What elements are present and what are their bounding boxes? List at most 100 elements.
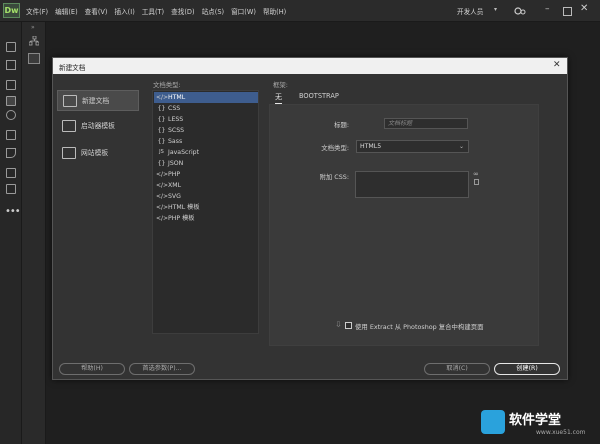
code-tag-icon: </> [156, 171, 169, 178]
category-site-templates[interactable]: 网站模板 [57, 143, 139, 164]
doctype-select-value: HTML5 [360, 143, 382, 150]
braces-icon: {} [157, 127, 166, 134]
minimize-icon[interactable]: – [545, 4, 550, 14]
category-new-document[interactable]: 新建文档 [57, 90, 139, 111]
category-label: 启动器模板 [81, 122, 115, 130]
menu-bar: 文件(F) 编辑(E) 查看(V) 插入(I) 工具(T) 查找(D) 站点(S… [26, 6, 293, 16]
doctype-label: PHP 模板 [168, 215, 195, 222]
watermark-url: www.xue51.com [536, 429, 586, 436]
create-button[interactable]: 创建(R) [494, 363, 560, 375]
doctype-json[interactable]: {} JSON [154, 158, 258, 169]
left-toolbar: ••• [0, 22, 22, 444]
site-tree-icon[interactable] [29, 36, 39, 46]
trash-icon[interactable] [474, 179, 479, 185]
doctype-label: JavaScript [168, 149, 200, 156]
doctype-javascript[interactable]: JS JavaScript [154, 147, 258, 158]
doctype-label: JSON [168, 160, 184, 167]
doctype-sass[interactable]: {} Sass [154, 136, 258, 147]
tab-none[interactable]: 无 [275, 92, 282, 104]
doctype-less[interactable]: {} LESS [154, 114, 258, 125]
menu-view[interactable]: 查看(V) [85, 6, 108, 16]
help-button[interactable]: 帮助(H) [59, 363, 125, 375]
link-icon[interactable]: ∞ [473, 170, 479, 178]
extract-label: 使用 Extract 从 Photoshop 复合中构建页面 [355, 323, 484, 331]
workspace-switcher[interactable]: 开发人员 [457, 6, 483, 16]
brush-icon[interactable] [6, 148, 16, 158]
sync-icon[interactable] [514, 6, 526, 16]
menu-site[interactable]: 站点(S) [202, 6, 225, 16]
title-input[interactable]: 文档标题 [384, 118, 468, 129]
preferences-button[interactable]: 首选参数(P)... [129, 363, 195, 375]
code-tag-icon: </> [156, 94, 169, 101]
title-label: 标题: [334, 121, 349, 129]
doctype-select[interactable]: HTML5 ⌄ [356, 140, 469, 153]
new-document-dialog: 新建文档 ✕ 新建文档 启动器模板 网站模板 文档类型: </> HTML {} C… [52, 57, 568, 380]
attach-css-list[interactable] [355, 171, 469, 198]
chevron-down-icon[interactable]: ▾ [494, 6, 497, 13]
menu-insert[interactable]: 插入(I) [114, 6, 134, 16]
doctype-list[interactable]: </> HTML {} CSS {} LESS {} SCSS {} Sass JS Jav… [152, 90, 259, 334]
code-tag-icon: </> [156, 204, 169, 211]
tab-bootstrap[interactable]: BOOTSTRAP [299, 92, 339, 100]
menu-file[interactable]: 文件(F) [26, 6, 48, 16]
close-icon[interactable]: ✕ [580, 3, 588, 14]
category-label: 新建文档 [82, 97, 110, 105]
doctype-label: HTML [168, 94, 186, 101]
panel-strip [22, 22, 46, 444]
menu-find[interactable]: 查找(D) [171, 6, 194, 16]
doctype-select-label: 文档类型: [321, 144, 349, 152]
javascript-icon: JS [159, 149, 164, 155]
site-template-icon [62, 147, 76, 159]
doctype-label: SVG [168, 193, 181, 200]
doctype-xml[interactable]: </> XML [154, 180, 258, 191]
more-icon[interactable]: ••• [5, 206, 21, 217]
menu-edit[interactable]: 编辑(E) [55, 6, 78, 16]
cancel-button[interactable]: 取消(C) [424, 363, 490, 375]
watermark-logo-icon [481, 410, 505, 434]
target-icon[interactable] [6, 110, 16, 120]
doctype-label: PHP [168, 171, 181, 178]
braces-icon: {} [157, 105, 166, 112]
insert-icon[interactable] [6, 60, 16, 70]
dom-icon[interactable] [6, 184, 16, 194]
css-label: 附加 CSS: [319, 173, 349, 181]
category-starter-templates[interactable]: 启动器模板 [57, 116, 139, 137]
braces-icon: {} [157, 138, 166, 145]
doctype-label: HTML 模板 [168, 204, 200, 211]
new-document-icon [63, 95, 77, 107]
doctype-svg[interactable]: </> SVG [154, 191, 258, 202]
doctype-label: LESS [168, 116, 184, 123]
braces-icon: {} [157, 116, 166, 123]
snippets-icon[interactable] [6, 168, 16, 178]
assets-icon[interactable] [6, 80, 16, 90]
menu-window[interactable]: 窗口(W) [231, 6, 256, 16]
category-label: 网站模板 [81, 149, 109, 157]
menu-tools[interactable]: 工具(T) [142, 6, 164, 16]
code-tag-icon: </> [156, 215, 169, 222]
doctype-css[interactable]: {} CSS [154, 103, 258, 114]
watermark-text: 软件学堂 [509, 413, 562, 428]
braces-icon: {} [157, 160, 166, 167]
collapse-icon[interactable]: » [31, 24, 35, 31]
extract-icon: ⇩ [335, 320, 342, 329]
css-designer-icon[interactable] [6, 130, 16, 140]
doctype-scss[interactable]: {} SCSS [154, 125, 258, 136]
doctype-heading: 文档类型: [153, 81, 181, 89]
dialog-close-icon[interactable]: ✕ [553, 60, 561, 70]
chevron-down-icon: ⌄ [458, 143, 464, 150]
document-icon[interactable] [28, 53, 40, 64]
maximize-icon[interactable] [563, 7, 572, 16]
extract-checkbox[interactable] [345, 322, 352, 329]
doctype-php-template[interactable]: </> PHP 模板 [154, 213, 258, 224]
starter-template-icon [62, 120, 76, 132]
doctype-html[interactable]: </> HTML [154, 92, 258, 103]
menu-help[interactable]: 帮助(H) [263, 6, 286, 16]
doctype-html-template[interactable]: </> HTML 模板 [154, 202, 258, 213]
file-icon[interactable] [6, 42, 16, 52]
app-logo: Dw [3, 3, 20, 18]
doctype-label: SCSS [168, 127, 185, 134]
code-icon[interactable] [6, 96, 16, 106]
code-tag-icon: </> [156, 182, 169, 189]
doctype-php[interactable]: </> PHP [154, 169, 258, 180]
doctype-label: XML [168, 182, 182, 189]
